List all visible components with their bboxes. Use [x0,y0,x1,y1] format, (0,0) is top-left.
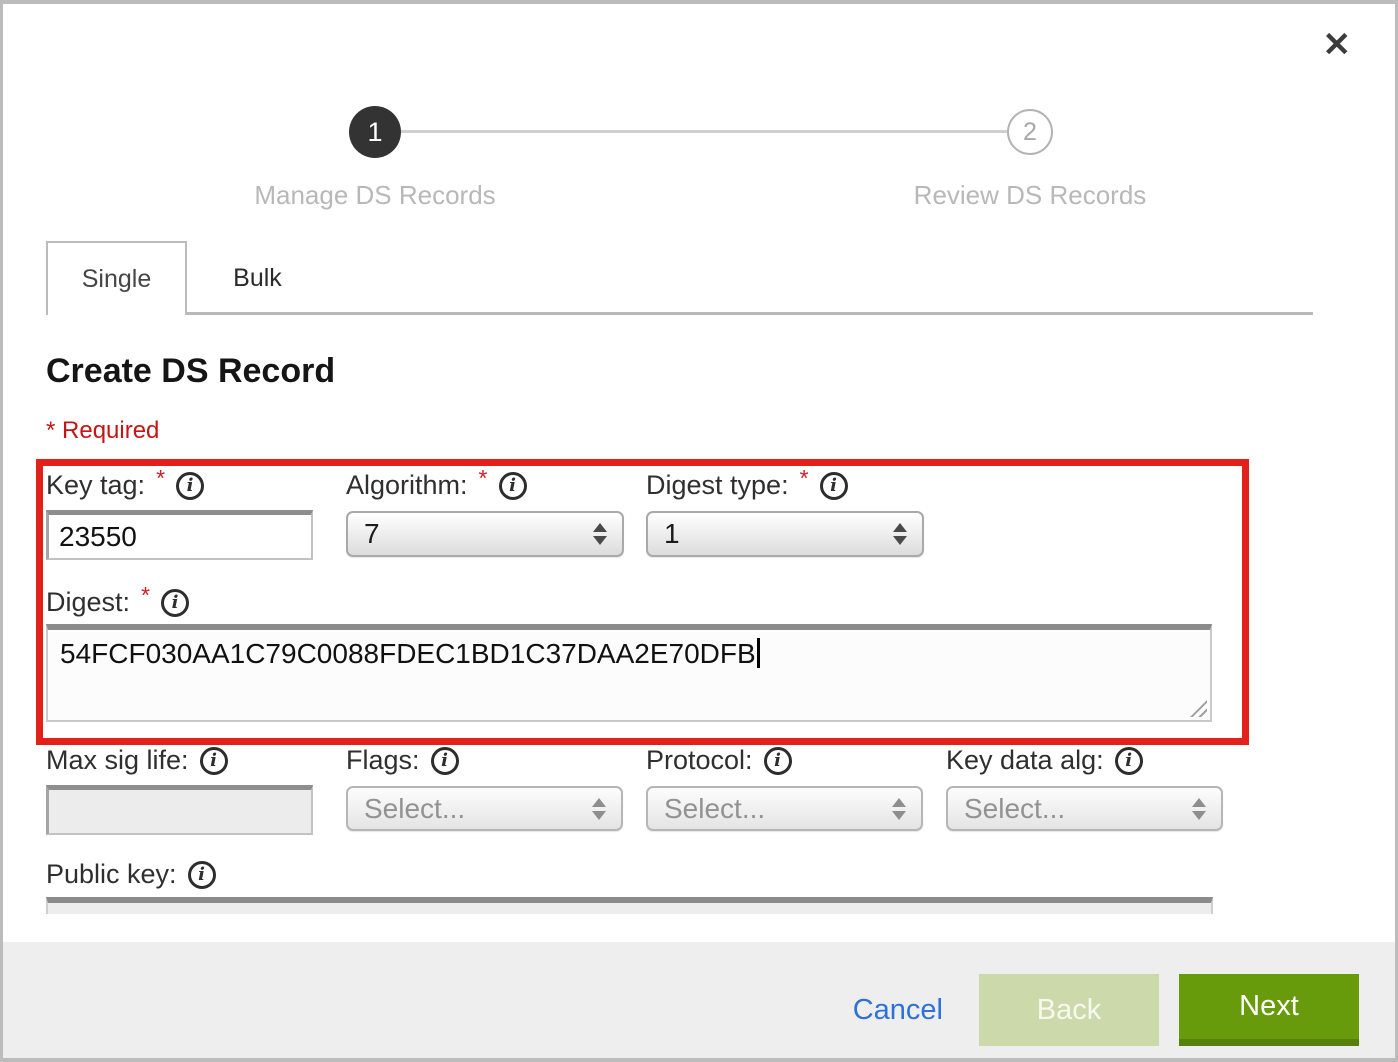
required-asterisk: * [141,582,150,609]
key-data-alg-label: Key data alg: i [946,745,1143,776]
info-icon[interactable]: i [188,861,216,889]
algorithm-select-value: 7 [364,518,380,550]
info-icon[interactable]: i [200,747,228,775]
digest-textarea[interactable]: 54FCF030AA1C79C0088FDEC1BD1C37DAA2E70DFB [46,624,1212,722]
key-tag-label: Key tag: * i [46,470,204,501]
tab-bulk[interactable]: Bulk [187,243,328,313]
algorithm-label-text: Algorithm: [346,470,468,501]
required-asterisk: * [800,465,809,492]
public-key-label: Public key: i [46,859,216,890]
public-key-label-text: Public key: [46,859,177,890]
select-arrows-icon [593,523,607,545]
max-sig-life-input[interactable] [46,785,313,835]
select-arrows-icon [592,798,606,820]
select-arrows-icon [1192,798,1206,820]
key-tag-label-text: Key tag: [46,470,145,501]
key-tag-input[interactable] [46,510,313,560]
info-icon[interactable]: i [499,472,527,500]
select-arrows-icon [892,798,906,820]
digest-type-label: Digest type: * i [646,470,848,501]
info-icon[interactable]: i [176,472,204,500]
flags-label: Flags: i [346,745,459,776]
flags-select[interactable]: Select... [346,786,623,831]
required-asterisk: * [479,465,488,492]
protocol-label-text: Protocol: [646,745,753,776]
resize-grip-icon[interactable] [1190,700,1207,717]
next-button[interactable]: Next [1179,974,1359,1046]
tab-single[interactable]: Single [46,241,187,315]
key-data-alg-label-text: Key data alg: [946,745,1104,776]
algorithm-label: Algorithm: * i [346,470,527,501]
protocol-label: Protocol: i [646,745,792,776]
digest-value: 54FCF030AA1C79C0088FDEC1BD1C37DAA2E70DFB [60,638,756,669]
page-title: Create DS Record [46,352,335,391]
protocol-select[interactable]: Select... [646,786,923,831]
flags-label-text: Flags: [346,745,420,776]
stepper-step-2-circle: 2 [1007,109,1053,155]
info-icon[interactable]: i [161,589,189,617]
footer: Cancel Back Next [3,942,1395,1062]
stepper-step-1-number: 1 [367,117,382,148]
stepper-step-2-label: Review DS Records [890,180,1170,211]
stepper-step-2-number: 2 [1023,118,1037,147]
required-note: * Required [46,417,159,445]
digest-type-label-text: Digest type: [646,470,789,501]
back-button[interactable]: Back [979,974,1159,1046]
digest-type-select[interactable]: 1 [646,511,924,557]
create-ds-record-modal: ✕ 1 2 Manage DS Records Review DS Record… [0,0,1398,1062]
max-sig-life-label-text: Max sig life: [46,745,189,776]
digest-type-select-value: 1 [664,518,680,550]
stepper-step-1-circle: 1 [349,106,401,158]
text-caret [757,638,760,668]
select-arrows-icon [893,523,907,545]
max-sig-life-label: Max sig life: i [46,745,228,776]
info-icon[interactable]: i [820,472,848,500]
protocol-select-value: Select... [664,793,765,825]
close-icon[interactable]: ✕ [1323,28,1352,62]
stepper-step-1-label: Manage DS Records [235,180,515,211]
required-asterisk: * [156,465,165,492]
cancel-button[interactable]: Cancel [853,994,943,1027]
tab-bar-divider [187,312,1313,315]
algorithm-select[interactable]: 7 [346,511,624,557]
digest-label-text: Digest: [46,587,130,618]
flags-select-value: Select... [364,793,465,825]
key-data-alg-select-value: Select... [964,793,1065,825]
info-icon[interactable]: i [764,747,792,775]
info-icon[interactable]: i [1115,747,1143,775]
digest-label: Digest: * i [46,587,189,618]
info-icon[interactable]: i [431,747,459,775]
stepper-connector-line [401,130,1007,133]
key-data-alg-select[interactable]: Select... [946,786,1223,831]
public-key-textarea[interactable] [46,897,1213,914]
